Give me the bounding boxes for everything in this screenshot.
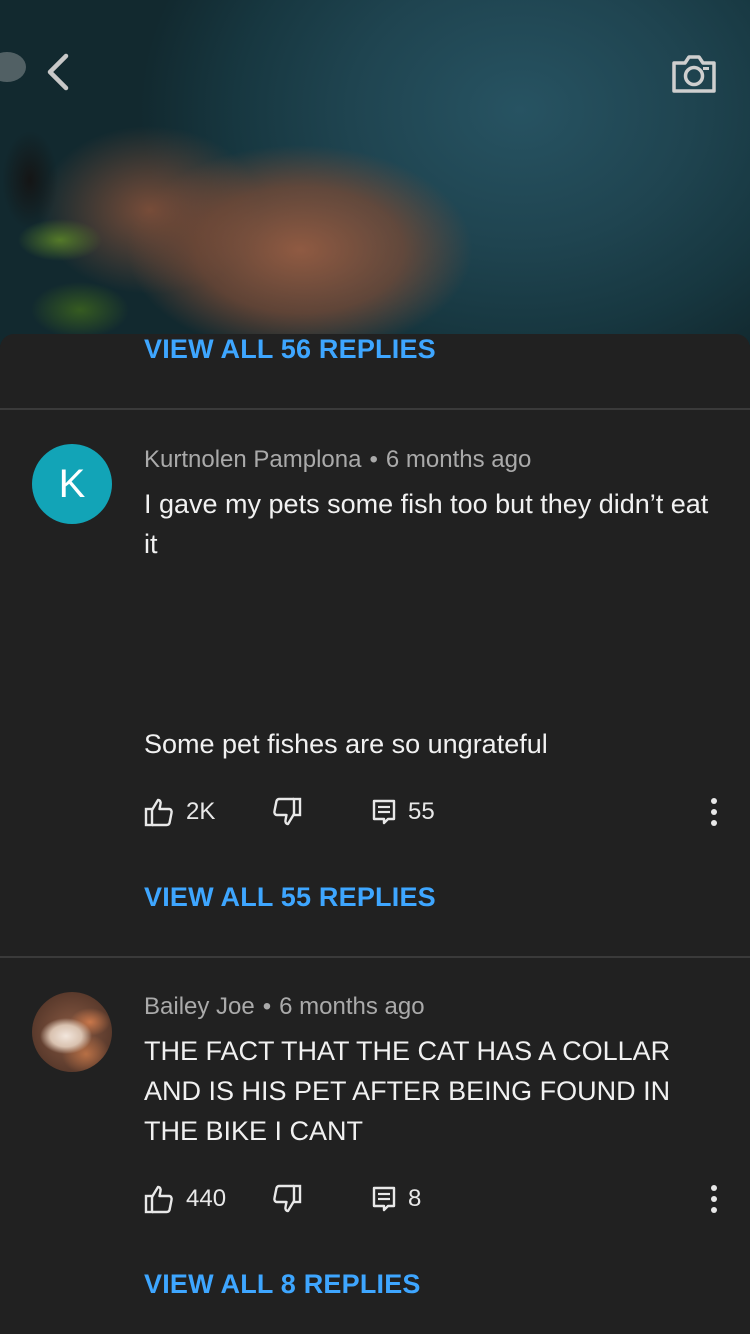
avatar[interactable] [32, 992, 112, 1072]
comment-text: THE FACT THAT THE CAT HAS A COLLAR AND I… [144, 1036, 678, 1146]
more-options-button[interactable] [696, 1177, 732, 1221]
comment-author[interactable]: Kurtnolen Pamplona [144, 446, 361, 473]
thumbs-up-icon [144, 798, 173, 827]
view-all-replies-link[interactable]: VIEW ALL 56 REPLIES [144, 334, 436, 365]
back-button[interactable] [30, 44, 86, 100]
meta-separator: • [369, 446, 378, 473]
reply-comment-icon [372, 1186, 396, 1212]
comment-text-continued: Some pet fishes are so ungrateful [144, 729, 548, 759]
view-all-replies-link[interactable]: VIEW ALL 8 REPLIES [144, 1269, 421, 1300]
avatar-letter: K [58, 461, 86, 506]
comment-meta: Bailey Joe • 6 months ago [144, 993, 425, 1021]
thumbs-down-icon [273, 797, 302, 826]
like-count: 440 [186, 1185, 227, 1212]
thumbs-up-icon [144, 1185, 173, 1214]
like-button[interactable]: 2K [144, 790, 215, 834]
comment-divider [0, 956, 750, 958]
more-options-button[interactable] [696, 790, 732, 834]
comment-actions: 440 8 [144, 1177, 734, 1221]
comment-divider [0, 408, 750, 410]
reply-count: 55 [408, 798, 435, 825]
comment-time: 6 months ago [385, 446, 532, 473]
like-count: 2K [186, 798, 216, 825]
comment-text: I gave my pets some fish too but they di… [144, 489, 716, 559]
reply-button[interactable]: 8 [372, 1177, 421, 1221]
avatar[interactable]: K [32, 444, 112, 524]
dislike-button[interactable] [272, 1177, 302, 1221]
video-background-light [0, 52, 26, 82]
comment-author[interactable]: Bailey Joe [144, 993, 255, 1020]
chevron-left-icon [47, 53, 69, 91]
video-player[interactable] [0, 0, 750, 345]
camera-icon [672, 55, 716, 93]
video-background-foliage [0, 120, 140, 345]
comments-sheet: VIEW ALL 56 REPLIES K Kurtnolen Pamplona… [0, 334, 750, 1334]
meta-separator: • [262, 993, 272, 1020]
comment-time: 6 months ago [279, 993, 425, 1020]
more-vertical-icon [711, 1185, 717, 1213]
reply-count: 8 [408, 1185, 422, 1212]
like-button[interactable]: 440 [144, 1177, 226, 1221]
comment-meta: Kurtnolen Pamplona • 6 months ago [144, 446, 531, 474]
thumbs-down-icon [273, 1184, 302, 1213]
more-vertical-icon [711, 798, 717, 826]
dislike-button[interactable] [272, 790, 302, 834]
camera-button[interactable] [664, 46, 724, 102]
reply-comment-icon [372, 799, 396, 825]
reply-button[interactable]: 55 [372, 790, 435, 834]
view-all-replies-link[interactable]: VIEW ALL 55 REPLIES [144, 882, 436, 913]
comment-actions: 2K 55 [144, 790, 734, 834]
